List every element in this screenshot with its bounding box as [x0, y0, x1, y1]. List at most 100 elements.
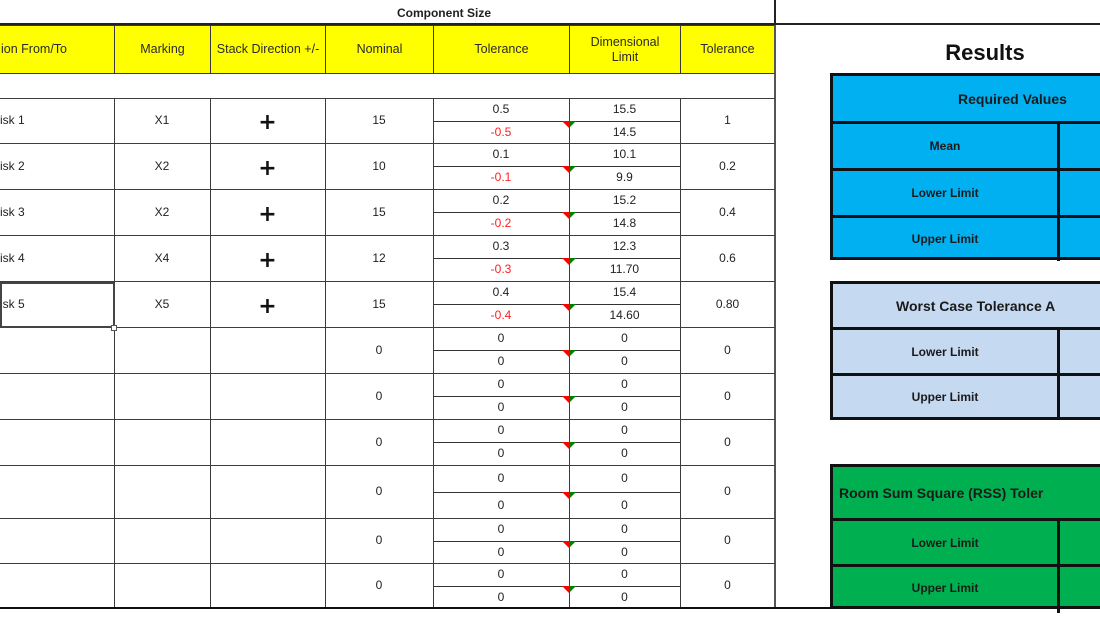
error-indicator-icon[interactable]	[569, 586, 576, 593]
tolerance-minus-cell[interactable]: -0.4	[433, 304, 569, 327]
error-indicator-icon[interactable]	[569, 121, 576, 128]
tolerance-total-cell[interactable]: 0.2	[680, 143, 775, 189]
limit-lower-cell[interactable]: 0	[569, 492, 680, 518]
nominal-cell[interactable]: 15	[325, 98, 433, 143]
worst-case-upper-limit-value[interactable]	[1060, 376, 1100, 418]
header-tolerance[interactable]: Tolerance	[433, 25, 570, 74]
tolerance-total-cell[interactable]: 0	[680, 373, 775, 419]
tolerance-minus-cell[interactable]: 0	[433, 442, 569, 465]
error-indicator-icon[interactable]	[569, 492, 576, 499]
tolerance-minus-cell[interactable]: 0	[433, 350, 569, 373]
limit-lower-cell[interactable]: 14.5	[569, 121, 680, 143]
required-upper-limit-value[interactable]	[1060, 218, 1100, 260]
nominal-cell[interactable]: 15	[325, 281, 433, 327]
header-marking[interactable]: Marking	[114, 25, 211, 74]
tolerance-total-cell[interactable]: 0.80	[680, 281, 775, 327]
nominal-cell[interactable]: 0	[325, 465, 433, 518]
tolerance-minus-cell[interactable]: 0	[433, 492, 569, 518]
stack-direction-cell[interactable]: +	[210, 145, 325, 191]
comment-indicator-icon[interactable]	[562, 212, 569, 219]
error-indicator-icon[interactable]	[569, 304, 576, 311]
nominal-cell[interactable]: 0	[325, 327, 433, 373]
marking-cell[interactable]: X4	[114, 235, 210, 281]
comment-indicator-icon[interactable]	[562, 396, 569, 403]
limit-upper-cell[interactable]: 15.4	[569, 281, 680, 304]
stack-direction-cell[interactable]: +	[210, 191, 325, 237]
header-stack-direction[interactable]: Stack Direction +/-	[210, 25, 326, 74]
required-lower-limit-value[interactable]	[1060, 171, 1100, 215]
comment-indicator-icon[interactable]	[562, 586, 569, 593]
comment-indicator-icon[interactable]	[562, 166, 569, 173]
stack-direction-cell[interactable]	[210, 375, 325, 421]
tolerance-total-cell[interactable]: 1	[680, 98, 775, 143]
limit-lower-cell[interactable]: 0	[569, 396, 680, 419]
header-dimensional-limit[interactable]: Dimensional Limit	[569, 25, 681, 74]
error-indicator-icon[interactable]	[569, 396, 576, 403]
error-indicator-icon[interactable]	[569, 442, 576, 449]
location-cell[interactable]	[0, 373, 114, 419]
location-cell[interactable]: isk 3	[0, 189, 114, 235]
limit-lower-cell[interactable]: 0	[569, 541, 680, 563]
stack-direction-cell[interactable]	[210, 421, 325, 467]
required-mean-value[interactable]	[1060, 124, 1100, 168]
comment-indicator-icon[interactable]	[562, 258, 569, 265]
tolerance-plus-cell[interactable]: 0	[433, 327, 569, 350]
marking-cell[interactable]: X2	[114, 143, 210, 189]
tolerance-total-cell[interactable]: 0.4	[680, 189, 775, 235]
comment-indicator-icon[interactable]	[562, 442, 569, 449]
stack-direction-cell[interactable]	[210, 565, 325, 610]
tolerance-plus-cell[interactable]: 0	[433, 373, 569, 396]
stack-direction-cell[interactable]: +	[210, 283, 325, 329]
tolerance-plus-cell[interactable]: 0.2	[433, 189, 569, 212]
marking-cell[interactable]: X5	[114, 281, 210, 327]
nominal-cell[interactable]: 0	[325, 518, 433, 563]
comment-indicator-icon[interactable]	[562, 541, 569, 548]
comment-indicator-icon[interactable]	[562, 304, 569, 311]
tolerance-total-cell[interactable]: 0	[680, 465, 775, 518]
comment-indicator-icon[interactable]	[562, 492, 569, 499]
tolerance-total-cell[interactable]: 0.6	[680, 235, 775, 281]
error-indicator-icon[interactable]	[569, 541, 576, 548]
header-nominal[interactable]: Nominal	[325, 25, 434, 74]
tolerance-total-cell[interactable]: 0	[680, 327, 775, 373]
location-cell[interactable]: isk 4	[0, 235, 114, 281]
location-cell[interactable]	[0, 563, 114, 608]
nominal-cell[interactable]: 15	[325, 189, 433, 235]
location-cell[interactable]: isk 2	[0, 143, 114, 189]
location-cell[interactable]	[0, 465, 114, 518]
error-indicator-icon[interactable]	[569, 212, 576, 219]
comment-indicator-icon[interactable]	[562, 350, 569, 357]
marking-cell[interactable]	[114, 465, 210, 518]
nominal-cell[interactable]: 0	[325, 563, 433, 608]
limit-upper-cell[interactable]: 0	[569, 373, 680, 396]
tolerance-minus-cell[interactable]: 0	[433, 396, 569, 419]
limit-upper-cell[interactable]: 0	[569, 419, 680, 442]
tolerance-plus-cell[interactable]: 0.5	[433, 98, 569, 121]
tolerance-minus-cell[interactable]: -0.3	[433, 258, 569, 281]
marking-cell[interactable]	[114, 419, 210, 465]
nominal-cell[interactable]: 0	[325, 419, 433, 465]
header-location[interactable]: ion From/To	[0, 25, 115, 74]
tolerance-plus-cell[interactable]: 0	[433, 563, 569, 586]
tolerance-minus-cell[interactable]: 0	[433, 586, 569, 608]
stack-direction-cell[interactable]	[210, 520, 325, 565]
marking-cell[interactable]	[114, 373, 210, 419]
limit-upper-cell[interactable]: 12.3	[569, 235, 680, 258]
tolerance-total-cell[interactable]: 0	[680, 419, 775, 465]
nominal-cell[interactable]: 0	[325, 373, 433, 419]
limit-lower-cell[interactable]: 0	[569, 586, 680, 608]
nominal-cell[interactable]: 12	[325, 235, 433, 281]
tolerance-plus-cell[interactable]: 0.3	[433, 235, 569, 258]
error-indicator-icon[interactable]	[569, 166, 576, 173]
tolerance-plus-cell[interactable]: 0	[433, 518, 569, 541]
stack-direction-cell[interactable]: +	[210, 237, 325, 283]
header-tolerance-total[interactable]: Tolerance	[680, 25, 775, 74]
tolerance-minus-cell[interactable]: -0.2	[433, 212, 569, 235]
marking-cell[interactable]	[114, 518, 210, 563]
limit-lower-cell[interactable]: 0	[569, 350, 680, 373]
tolerance-minus-cell[interactable]: -0.5	[433, 121, 569, 143]
nominal-cell[interactable]: 10	[325, 143, 433, 189]
location-cell[interactable]	[0, 518, 114, 563]
rss-lower-limit-value[interactable]	[1060, 521, 1100, 564]
limit-upper-cell[interactable]: 0	[569, 518, 680, 541]
